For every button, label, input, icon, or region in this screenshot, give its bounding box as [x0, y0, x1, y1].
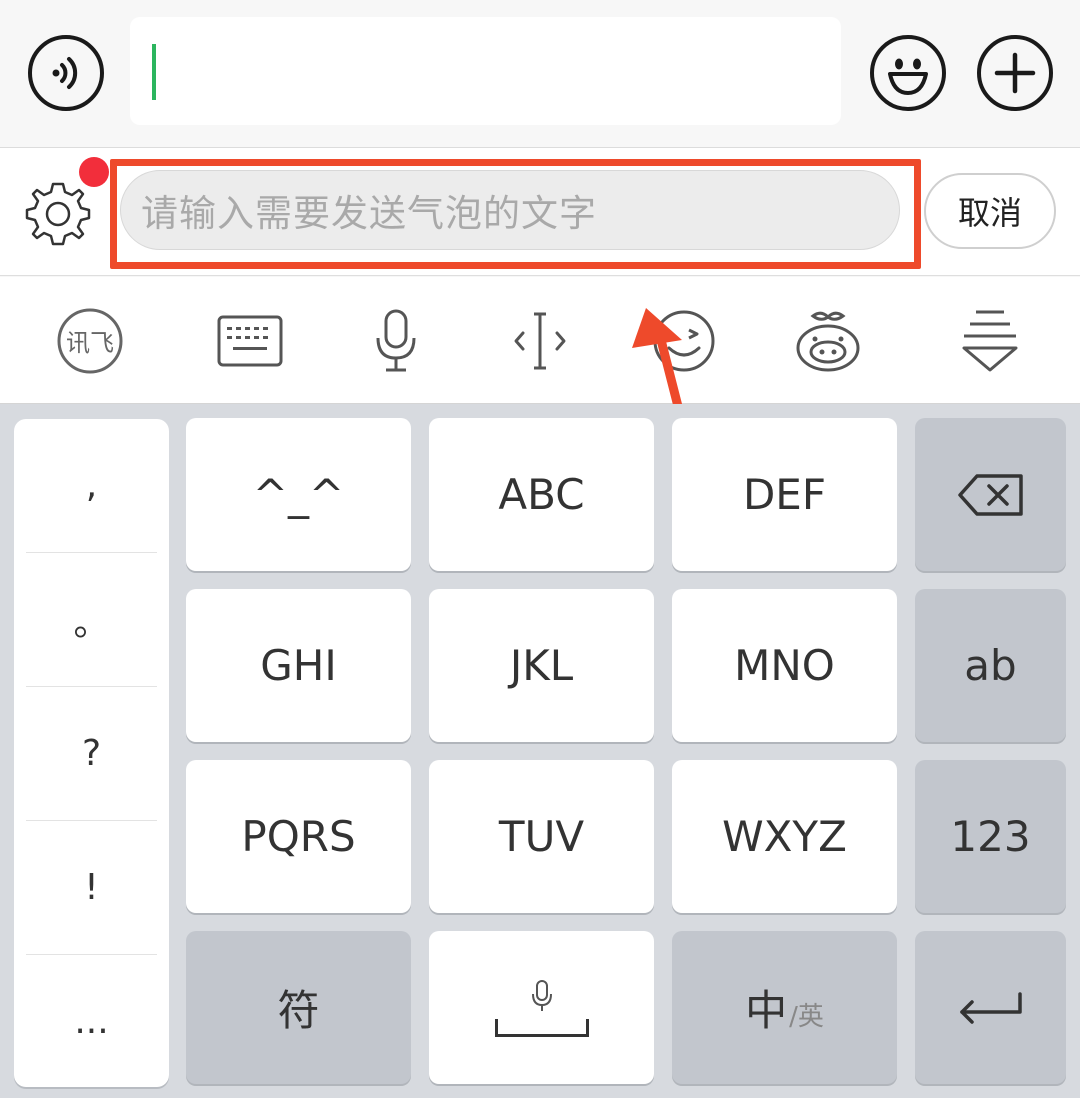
key-1-emoticon[interactable]: ^_^ [186, 418, 411, 571]
space-key-graphic [494, 979, 589, 1037]
smile-icon [888, 58, 928, 95]
text-caret [152, 44, 156, 100]
punct-question[interactable]: ? [26, 687, 157, 821]
chat-input-bar [0, 0, 1080, 148]
key-5-jkl[interactable]: JKL [429, 589, 654, 742]
bubble-text-bar: 请输入需要发送气泡的文字 取消 [0, 148, 1080, 276]
emoji-button[interactable] [870, 35, 946, 111]
voice-icon [52, 57, 78, 89]
toolbar-voice-button[interactable] [356, 301, 436, 381]
toolbar-mascot-button[interactable] [788, 301, 868, 381]
more-actions-button[interactable] [977, 35, 1053, 111]
small-microphone-icon [531, 979, 552, 1011]
backspace-icon [957, 473, 1023, 516]
cancel-button[interactable]: 取消 [924, 173, 1056, 249]
key-9-wxyz[interactable]: WXYZ [672, 760, 897, 913]
voice-input-button[interactable] [28, 35, 104, 111]
toolbar-xunfei-button[interactable]: 讯飞 [50, 301, 130, 381]
language-sub-label: /英 [789, 1002, 824, 1032]
mascot-icon [796, 311, 860, 372]
punct-comma[interactable]: , [26, 419, 157, 553]
key-2-abc[interactable]: ABC [429, 418, 654, 571]
punct-ellipsis[interactable]: ... [26, 955, 157, 1087]
toolbar-keyboard-button[interactable] [210, 301, 290, 381]
collapse-keyboard-icon [962, 310, 1018, 372]
bubble-input-placeholder: 请输入需要发送气泡的文字 [141, 192, 597, 235]
punct-exclamation[interactable]: ! [26, 821, 157, 955]
toolbar-cursor-button[interactable] [500, 301, 580, 381]
keyboard-toolbar: 讯飞 [0, 277, 1080, 404]
plus-icon [994, 52, 1036, 94]
space-bar-icon [494, 1018, 589, 1037]
enter-key[interactable] [915, 931, 1066, 1084]
microphone-icon [376, 309, 416, 372]
xunfei-logo-icon: 讯飞 [57, 308, 123, 374]
backspace-key[interactable] [915, 418, 1066, 571]
enter-icon [959, 991, 1022, 1024]
symbol-key[interactable]: 符 [186, 931, 411, 1084]
key-4-ghi[interactable]: GHI [186, 589, 411, 742]
chat-message-input[interactable] [130, 17, 841, 125]
key-8-tuv[interactable]: TUV [429, 760, 654, 913]
t9-keyboard: , 。 ? ! ... ^_^ ABC DEF GHI JKL MNO ab P… [0, 404, 1080, 1098]
notification-dot [79, 157, 109, 187]
space-key[interactable] [429, 931, 654, 1084]
key-3-def[interactable]: DEF [672, 418, 897, 571]
language-main-label: 中 [745, 986, 788, 1035]
number-mode-key[interactable]: 123 [915, 760, 1066, 913]
key-7-pqrs[interactable]: PQRS [186, 760, 411, 913]
language-switch-key[interactable]: 中 /英 [672, 931, 897, 1084]
punct-period[interactable]: 。 [26, 553, 157, 687]
punctuation-column: , 。 ? ! ... [14, 419, 169, 1087]
keyboard-icon [217, 315, 283, 367]
bubble-text-input[interactable]: 请输入需要发送气泡的文字 [120, 170, 900, 250]
cursor-move-icon [514, 312, 566, 370]
english-mode-key[interactable]: ab [915, 589, 1066, 742]
xunfei-label: 讯飞 [66, 329, 114, 357]
gear-icon[interactable] [22, 178, 94, 250]
toolbar-collapse-button[interactable] [950, 301, 1030, 381]
key-6-mno[interactable]: MNO [672, 589, 897, 742]
